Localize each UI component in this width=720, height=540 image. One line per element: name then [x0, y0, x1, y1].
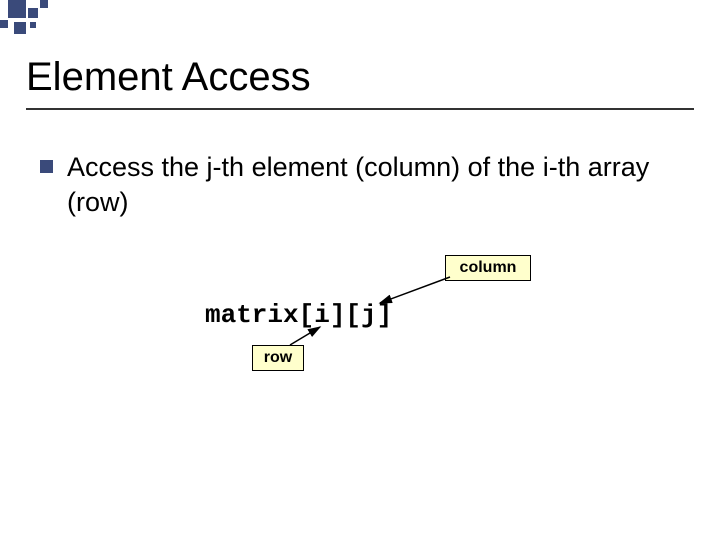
bullet-marker-icon	[40, 160, 53, 173]
title-underline	[26, 108, 694, 110]
row-label: row	[252, 345, 304, 371]
bullet-item: Access the j-th element (column) of the …	[40, 150, 700, 220]
code-diagram: column matrix[i][j] row	[0, 245, 720, 445]
code-expression: matrix[i][j]	[205, 300, 392, 330]
bullet-text: Access the j-th element (column) of the …	[67, 150, 700, 220]
slide-title: Element Access	[26, 55, 311, 100]
column-label: column	[445, 255, 531, 281]
slide: Element Access Access the j-th element (…	[0, 0, 720, 540]
arrows-svg	[0, 245, 720, 445]
